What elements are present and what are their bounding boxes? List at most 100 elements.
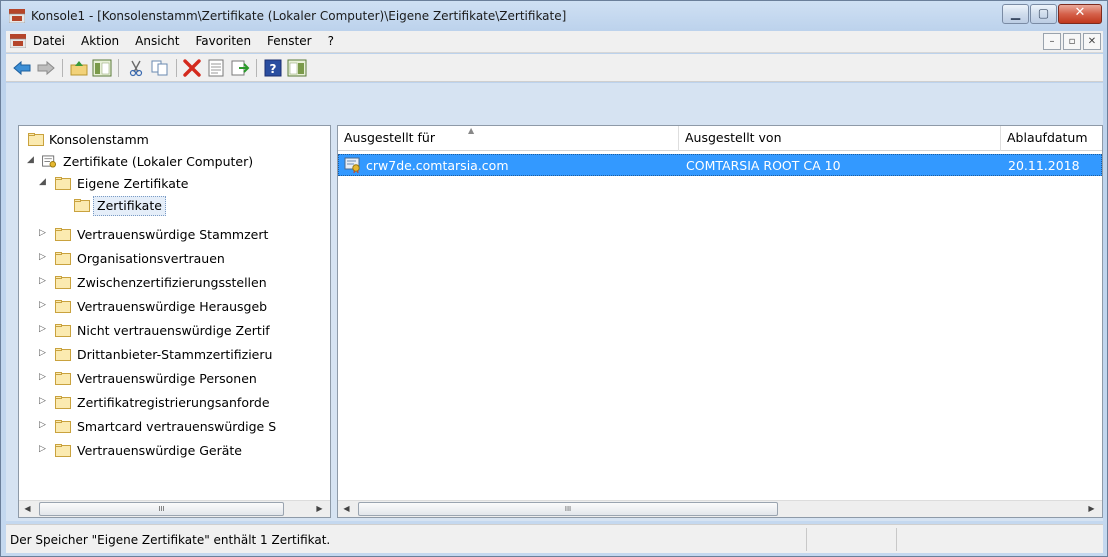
scrollbar-grip: III (564, 505, 572, 513)
scroll-left-icon[interactable]: ◀ (19, 501, 36, 517)
cell-issued-by: COMTARSIA ROOT CA 10 (686, 158, 841, 173)
certificate-store-icon (42, 155, 57, 168)
mdi-restore-button[interactable]: ▫ (1063, 33, 1081, 50)
menu-fenster[interactable]: Fenster (267, 34, 312, 48)
close-icon: ✕ (1074, 5, 1086, 20)
menu-bar: Datei Aktion Ansicht Favoriten Fenster ?… (6, 31, 1103, 53)
scroll-right-icon[interactable]: ▶ (311, 501, 328, 517)
collapsed-arrow-icon[interactable]: ▷ (39, 252, 49, 262)
export-icon[interactable] (230, 59, 250, 77)
client-area: Konsolenstamm ◢ Zertifikate (Lokaler Com… (6, 83, 1103, 521)
mdi-buttons: – ▫ ✕ (1041, 33, 1101, 50)
folder-icon (55, 300, 71, 313)
cut-icon[interactable] (126, 59, 146, 77)
scroll-right-icon[interactable]: ▶ (1083, 501, 1100, 517)
tree-item-label: Vertrauenswürdige Personen (77, 371, 257, 386)
help-icon[interactable]: ? (263, 59, 283, 77)
mmc-menu-icon[interactable] (10, 34, 26, 48)
menu-datei[interactable]: Datei (33, 34, 65, 48)
show-hide-tree-icon[interactable] (92, 59, 112, 77)
status-divider (896, 528, 897, 551)
tree-item-label: Vertrauenswürdige Geräte (77, 443, 242, 458)
folder-icon (28, 133, 44, 146)
collapsed-arrow-icon[interactable]: ▷ (39, 348, 49, 358)
maximize-button[interactable]: ▢ (1030, 4, 1057, 24)
toolbar-separator (256, 59, 257, 77)
title-bar[interactable]: Konsole1 - [Konsolenstamm\Zertifikate (L… (1, 1, 1107, 31)
tree-item-label: Organisationsvertrauen (77, 251, 225, 266)
cell-issued-to: crw7de.comtarsia.com (366, 158, 509, 173)
tree-item-label: Zertifikatregistrierungsanforde (77, 395, 270, 410)
maximize-icon: ▢ (1037, 6, 1050, 20)
svg-text:?: ? (270, 62, 277, 76)
folder-icon (55, 252, 71, 265)
tree-item-label: Eigene Zertifikate (77, 176, 189, 191)
mdi-close-button[interactable]: ✕ (1083, 33, 1101, 50)
tree-item-label: Vertrauenswürdige Stammzert (77, 227, 269, 242)
delete-icon[interactable] (182, 59, 202, 77)
back-icon[interactable] (12, 59, 32, 77)
column-header-label: Ausgestellt für (344, 130, 435, 145)
tree-item-label: Zertifikate (Lokaler Computer) (63, 154, 254, 169)
up-folder-icon[interactable] (69, 59, 89, 77)
action-pane-icon[interactable] (287, 59, 307, 77)
column-header-ausgestellt-fuer[interactable]: Ausgestellt für ▲ (338, 126, 679, 151)
toolbar-separator (62, 59, 63, 77)
tree-horizontal-scrollbar[interactable]: ◀ III ▶ (19, 500, 330, 517)
tree-item-label: Nicht vertrauenswürdige Zertif (77, 323, 270, 338)
results-pane: Ausgestellt für ▲ Ausgestellt von Ablauf… (337, 125, 1103, 518)
close-button[interactable]: ✕ (1058, 4, 1102, 24)
folder-icon (55, 420, 71, 433)
column-header-ablaufdatum[interactable]: Ablaufdatum (1001, 126, 1102, 151)
mdi-minimize-button[interactable]: – (1043, 33, 1061, 50)
column-header-ausgestellt-von[interactable]: Ausgestellt von (679, 126, 1001, 151)
tree-item-label: Zertifikate (93, 196, 166, 216)
collapsed-arrow-icon[interactable]: ▷ (39, 444, 49, 454)
collapsed-arrow-icon[interactable]: ▷ (39, 324, 49, 334)
collapsed-arrow-icon[interactable]: ▷ (39, 396, 49, 406)
scroll-left-icon[interactable]: ◀ (338, 501, 355, 517)
collapsed-arrow-icon[interactable]: ▷ (39, 372, 49, 382)
folder-icon (55, 444, 71, 457)
collapsed-arrow-icon[interactable]: ▷ (39, 420, 49, 430)
folder-icon (55, 177, 71, 190)
folder-icon (55, 276, 71, 289)
sort-ascending-icon: ▲ (468, 126, 475, 135)
menu-favoriten[interactable]: Favoriten (195, 34, 251, 48)
menu-aktion[interactable]: Aktion (81, 34, 119, 48)
menu-items: Datei Aktion Ansicht Favoriten Fenster ? (33, 34, 350, 48)
forward-icon[interactable] (36, 59, 56, 77)
minimize-button[interactable]: ▁ (1002, 4, 1029, 24)
tree-pane: Konsolenstamm ◢ Zertifikate (Lokaler Com… (18, 125, 331, 518)
folder-icon (74, 199, 90, 212)
folder-icon (55, 324, 71, 337)
expanded-arrow-icon[interactable]: ◢ (27, 155, 37, 165)
folder-icon (55, 396, 71, 409)
scrollbar-grip: III (158, 505, 165, 513)
scrollbar-thumb[interactable]: III (39, 502, 284, 516)
properties-icon[interactable] (206, 59, 226, 77)
tree-item-label: Smartcard vertrauenswürdige S (77, 419, 277, 434)
list-horizontal-scrollbar[interactable]: ◀ III ▶ (338, 500, 1102, 517)
caption-buttons: ▁ ▢ ✕ (1001, 4, 1102, 25)
status-divider (806, 528, 807, 551)
menu-ansicht[interactable]: Ansicht (135, 34, 179, 48)
collapsed-arrow-icon[interactable]: ▷ (39, 300, 49, 310)
folder-icon (55, 348, 71, 361)
scrollbar-thumb[interactable]: III (358, 502, 778, 516)
collapsed-arrow-icon[interactable]: ▷ (39, 276, 49, 286)
folder-icon (55, 228, 71, 241)
tree-item-label: Zwischenzertifizierungsstellen (77, 275, 267, 290)
menu-help[interactable]: ? (328, 34, 334, 48)
mmc-window: Konsole1 - [Konsolenstamm\Zertifikate (L… (0, 0, 1108, 557)
status-text: Der Speicher "Eigene Zertifikate" enthäl… (10, 533, 331, 547)
collapsed-arrow-icon[interactable]: ▷ (39, 228, 49, 238)
copy-icon[interactable] (150, 59, 170, 77)
toolbar-separator (118, 59, 119, 77)
minimize-icon: ▁ (1010, 6, 1021, 20)
tree-item-label: Vertrauenswürdige Herausgeb (77, 299, 268, 314)
mmc-console-icon (9, 9, 25, 23)
list-item[interactable]: crw7de.comtarsia.com COMTARSIA ROOT CA 1… (338, 154, 1102, 176)
expanded-arrow-icon[interactable]: ◢ (39, 177, 49, 187)
toolbar: ? (6, 54, 1103, 82)
